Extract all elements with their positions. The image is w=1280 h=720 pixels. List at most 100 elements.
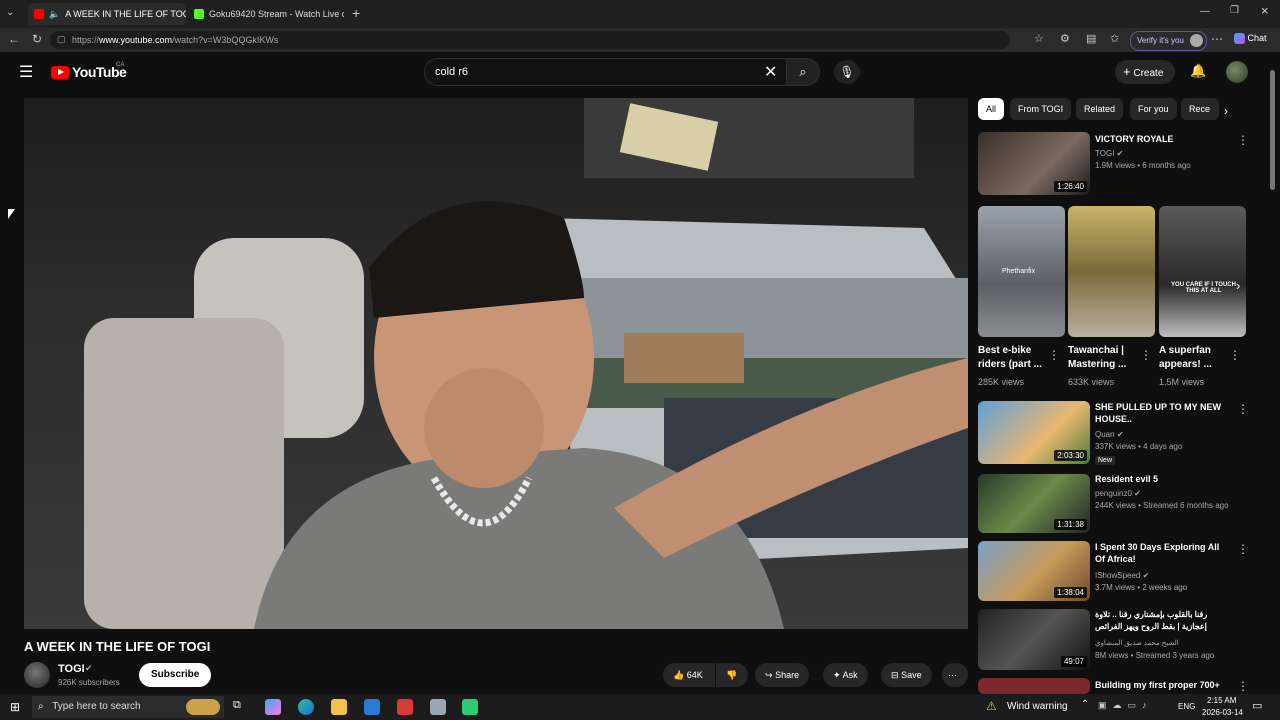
language-indicator[interactable]: ENG [1178, 702, 1195, 711]
tab-kick-stream[interactable]: Goku69420 Stream - Watch Live o × [188, 3, 344, 25]
refresh-icon[interactable]: ↻ [32, 32, 42, 46]
youtube-favicon-icon [34, 9, 44, 19]
rec-thumbnail[interactable]: 1:38:04 [978, 541, 1090, 601]
pc-app-icon[interactable] [430, 699, 446, 715]
rec-title[interactable]: SHE PULLED UP TO MY NEW HOUSE.. [1095, 401, 1225, 425]
video-player[interactable] [24, 98, 968, 629]
more-vert-icon[interactable]: ⋮ [1237, 542, 1249, 556]
subscribe-button[interactable]: Subscribe [139, 663, 212, 687]
short-thumbnail[interactable] [1068, 206, 1155, 337]
close-window-icon[interactable]: × [1261, 3, 1269, 18]
rec-meta: 1.9M views • 6 months ago [1095, 161, 1191, 170]
page-scrollbar[interactable] [1270, 60, 1275, 690]
chip-from-togi[interactable]: From TOGI [1010, 98, 1072, 120]
ask-button[interactable]: ✦ Ask [823, 663, 868, 687]
clear-search-icon[interactable]: ✕ [764, 62, 777, 82]
minimize-icon[interactable]: — [1200, 6, 1210, 17]
share-button[interactable]: ↪ Share [755, 663, 810, 687]
more-vert-icon[interactable]: ⋮ [1229, 348, 1241, 362]
more-vert-icon[interactable]: ⋮ [1237, 133, 1249, 147]
clock-date[interactable]: 2026-03-14 [1202, 708, 1243, 717]
collections-icon[interactable]: ▤ [1086, 32, 1096, 45]
task-view-icon[interactable]: ⧉ [233, 699, 241, 712]
rec-channel[interactable]: Quan ✔ [1095, 429, 1124, 441]
chip-recent[interactable]: Rece [1181, 98, 1219, 120]
taskbar-search-field[interactable]: ⌕ Type here to search [32, 696, 224, 718]
copilot-taskbar-icon[interactable] [265, 699, 281, 715]
speaker-icon[interactable]: 🔈 [49, 9, 60, 20]
chip-all[interactable]: All [978, 98, 1005, 120]
windows-start-icon[interactable]: ⊞ [10, 700, 20, 714]
rec-title[interactable]: VICTORY ROYALE [1095, 133, 1225, 145]
favorites-icon[interactable]: ✩ [1110, 32, 1119, 45]
notifications-icon[interactable]: ▭ [1252, 699, 1262, 712]
rec-channel[interactable]: IShowSpeed ✔ [1095, 570, 1149, 582]
rec-thumbnail[interactable]: 1:31:38 [978, 474, 1090, 533]
verify-profile-button[interactable]: Verify it's you [1130, 31, 1207, 51]
tab-list-chevron-icon[interactable]: ⌄ [6, 7, 14, 18]
new-badge: New [1095, 456, 1116, 465]
green-app-icon[interactable] [462, 699, 478, 715]
more-vert-icon[interactable]: ⋮ [1048, 348, 1060, 362]
dislike-button[interactable]: 👎 [716, 663, 748, 687]
rec-title[interactable]: Resident evil 5 [1095, 473, 1225, 485]
more-vert-icon[interactable]: ⋮ [1237, 402, 1249, 416]
more-vert-icon[interactable]: ⋮ [1237, 679, 1249, 693]
voice-search-button[interactable]: 🎙 [834, 60, 860, 84]
thumbs-up-icon: 👍 [673, 670, 685, 680]
save-button[interactable]: ⊟ Save [881, 663, 932, 687]
rec-channel[interactable]: الشيخ محمد صديق المنشاوي [1095, 638, 1179, 650]
channel-name[interactable]: TOGI [58, 663, 85, 675]
like-button[interactable]: 👍 64K [663, 663, 715, 687]
search-input[interactable]: cold r6 [424, 58, 788, 86]
rec-title[interactable]: I Spent 30 Days Exploring All Of Africa! [1095, 541, 1225, 565]
rec-title[interactable]: رقنا بالقلوب بإمشتاري رقنا .. تلاوة إعجا… [1095, 609, 1225, 633]
chip-for-you[interactable]: For you [1130, 98, 1177, 120]
short-title[interactable]: A superfan appears! ... [1159, 344, 1223, 372]
more-vert-icon[interactable]: ⋮ [1140, 348, 1152, 362]
gift-app-icon[interactable] [397, 699, 413, 715]
favorite-star-icon[interactable]: ☆ [1034, 32, 1044, 45]
address-bar[interactable]: https://www.youtube.com/watch?v=W3bQQGkI… [50, 31, 1010, 49]
rec-thumbnail[interactable]: 49:07 [978, 609, 1090, 670]
copilot-chat-button[interactable]: Chat [1234, 33, 1267, 45]
channel-avatar[interactable] [24, 662, 50, 688]
rec-thumbnail[interactable] [978, 678, 1090, 694]
more-menu-icon[interactable]: ⋯ [1211, 32, 1223, 46]
youtube-play-icon [51, 65, 69, 79]
create-button[interactable]: + Create [1115, 60, 1176, 84]
verify-label: Verify it's you [1137, 36, 1184, 45]
shorts-next-arrow-icon[interactable]: › [1236, 278, 1240, 293]
short-thumbnail[interactable]: YOU CARE IF I TOUCH THIS AT ALL [1159, 206, 1246, 337]
chip-related[interactable]: Related [1076, 98, 1124, 120]
account-avatar[interactable] [1226, 61, 1248, 83]
short-title[interactable]: Best e-bike riders (part ... [978, 344, 1042, 372]
new-tab-button[interactable]: + [352, 5, 360, 21]
rec-channel[interactable]: TOGI ✔ [1095, 148, 1123, 160]
extensions-icon[interactable]: ⚙ [1060, 32, 1070, 45]
scrollbar-thumb[interactable] [1270, 70, 1275, 190]
notifications-bell-icon[interactable]: 🔔 [1190, 63, 1206, 79]
edge-taskbar-icon[interactable] [298, 699, 314, 715]
short-title[interactable]: Tawanchai | Mastering ... [1068, 344, 1132, 372]
more-actions-button[interactable]: ⋯ [942, 663, 968, 687]
short-thumbnail[interactable]: Phethanfix [978, 206, 1065, 337]
clock-time[interactable]: 2:15 AM [1207, 696, 1236, 705]
chevron-right-icon[interactable]: › [1224, 104, 1228, 118]
mail-icon[interactable] [364, 699, 380, 715]
rec-thumbnail[interactable]: 2:03:30 [978, 401, 1090, 464]
site-info-icon[interactable]: ▢ [57, 34, 66, 45]
tab-youtube[interactable]: 🔈 A WEEK IN THE LIFE OF TOGI × [28, 3, 186, 25]
rec-channel[interactable]: penguinz0 ✔ [1095, 488, 1141, 500]
tray-icons[interactable]: ▣☁▭♪ [1098, 700, 1153, 711]
video-frame [84, 98, 968, 629]
search-button[interactable]: ⌕ [786, 58, 820, 86]
weather-label[interactable]: Wind warning [1007, 701, 1068, 712]
file-explorer-icon[interactable] [331, 699, 347, 715]
hamburger-menu-icon[interactable]: ☰ [19, 62, 33, 82]
restore-icon[interactable]: ❐ [1230, 5, 1239, 16]
back-icon[interactable]: ← [8, 32, 20, 46]
rec-title[interactable]: Building my first proper 700+ [1095, 679, 1225, 691]
tray-chevron-icon[interactable]: ⌃ [1081, 699, 1089, 710]
rec-thumbnail[interactable]: 1:26:40 [978, 132, 1090, 195]
